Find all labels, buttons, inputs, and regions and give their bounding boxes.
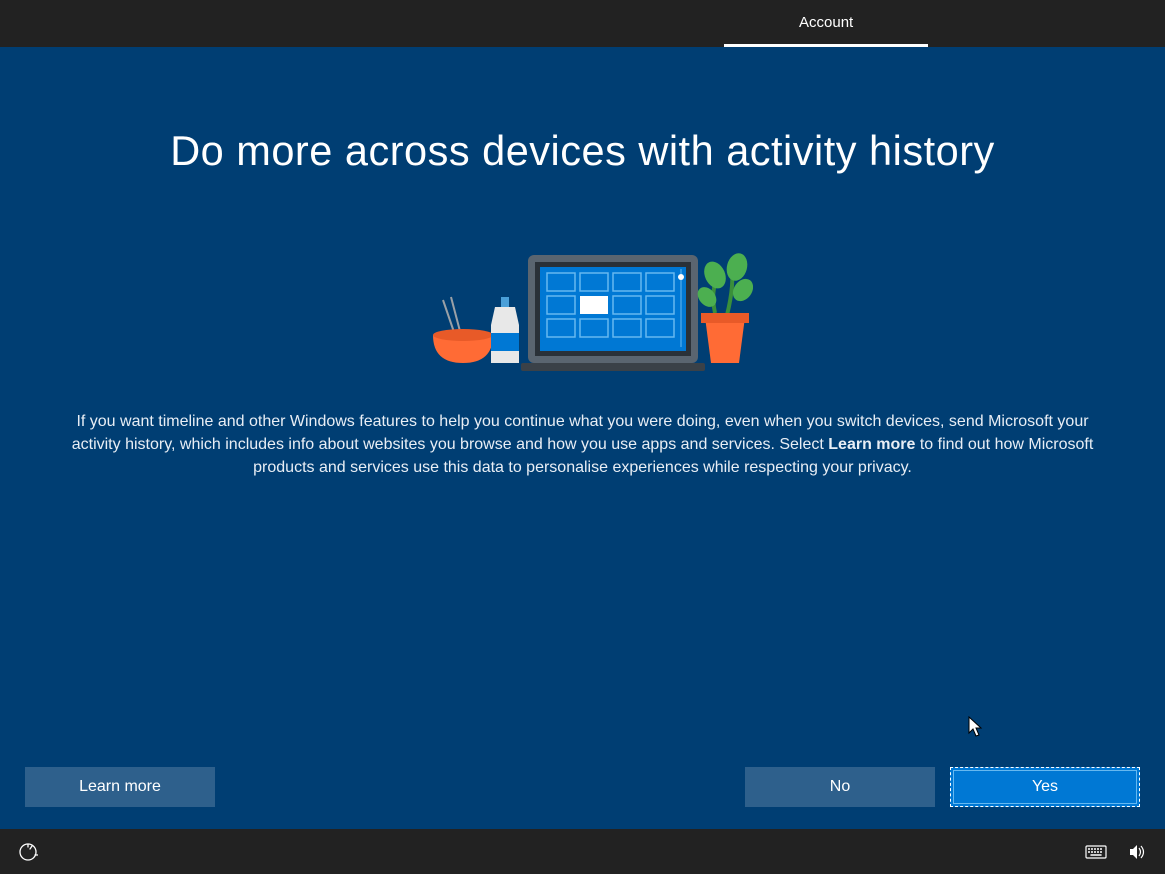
bottom-right-icons (1085, 844, 1147, 860)
keyboard-icon[interactable] (1085, 845, 1107, 859)
tab-container: Account (724, 0, 928, 47)
main-content: Do more across devices with activity his… (0, 47, 1165, 829)
right-buttons-group: No Yes (745, 767, 1140, 807)
tab-account[interactable]: Account (724, 0, 928, 47)
top-bar: Account (0, 0, 1165, 47)
button-row: Learn more No Yes (0, 767, 1165, 807)
learn-more-button[interactable]: Learn more (25, 767, 215, 807)
activity-history-illustration (413, 235, 753, 380)
description-text: If you want timeline and other Windows f… (40, 410, 1125, 480)
description-bold: Learn more (828, 436, 915, 453)
volume-icon[interactable] (1129, 844, 1147, 860)
bottom-left-icons (18, 842, 38, 862)
page-heading: Do more across devices with activity his… (0, 127, 1165, 175)
yes-button[interactable]: Yes (950, 767, 1140, 807)
bottom-bar (0, 829, 1165, 874)
no-button[interactable]: No (745, 767, 935, 807)
ease-of-access-icon[interactable] (18, 842, 38, 862)
